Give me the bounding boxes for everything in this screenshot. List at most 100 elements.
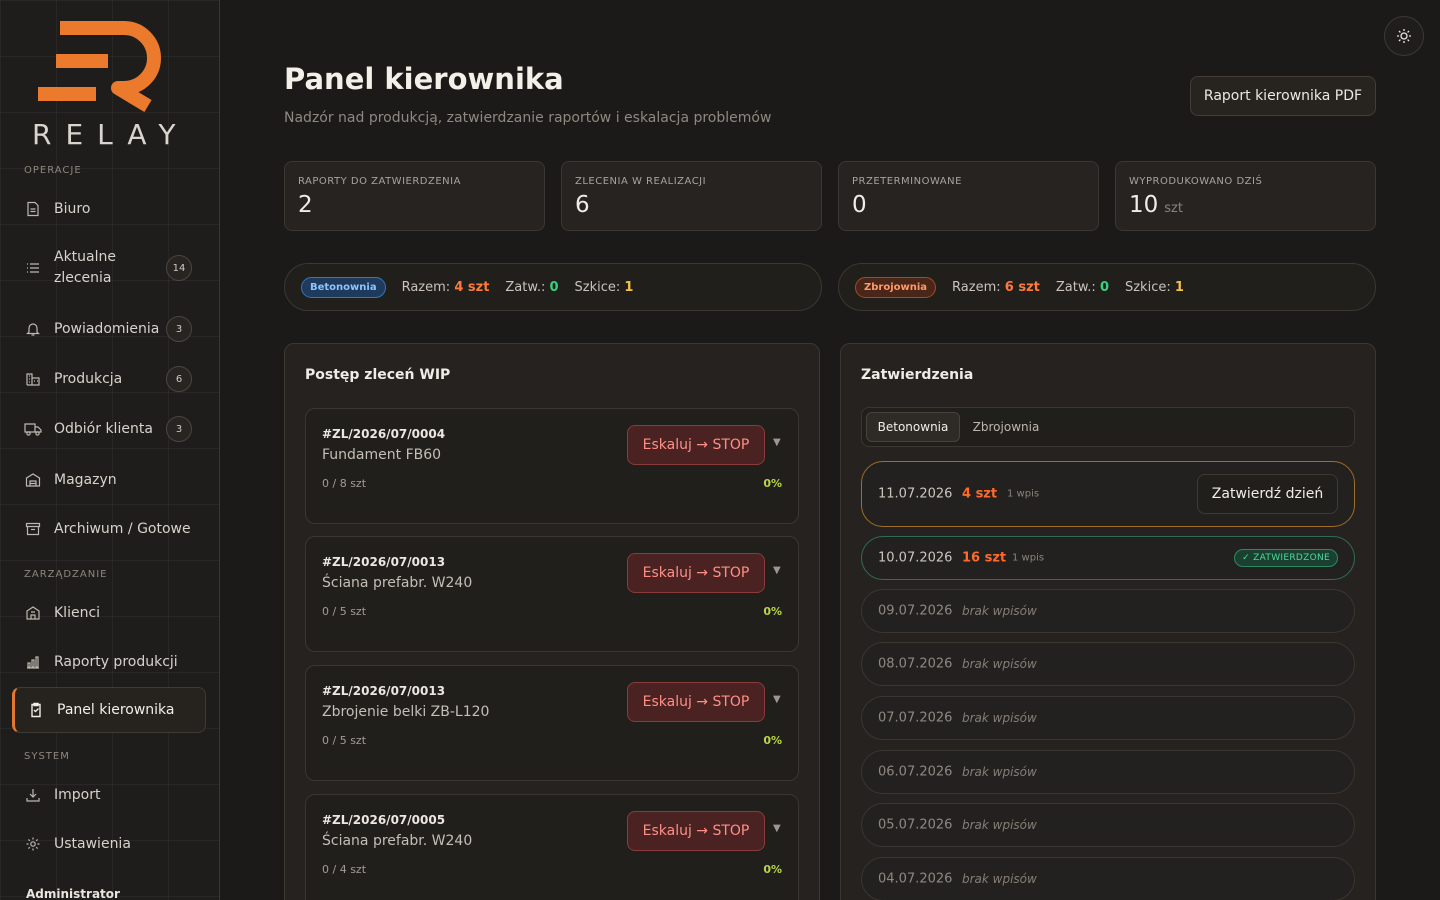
count-badge: 3 <box>166 416 192 442</box>
order-name: Ściana prefabr. W240 <box>322 575 473 591</box>
tab-zbrojownia[interactable]: Zbrojownia <box>966 412 1046 442</box>
relay-logo[interactable]: RELAY <box>30 14 190 154</box>
department-tag: Betonownia <box>301 276 386 298</box>
stat-value: 10 <box>1129 192 1159 218</box>
order-id[interactable]: #ZL/2026/07/0005 <box>322 813 445 827</box>
order-progress: 0% <box>763 605 782 618</box>
order-name: Zbrojenie belki ZB-L120 <box>322 704 490 720</box>
summary-total: Razem: 6 szt <box>952 279 1040 295</box>
day-entries: 1 wpis <box>1012 552 1045 564</box>
tab-betonownia[interactable]: Betonownia <box>866 412 960 442</box>
count-badge: 3 <box>166 316 192 342</box>
approved-status-badge: ✓ ZATWIERDZONE <box>1234 549 1338 567</box>
order-progress: 0% <box>763 863 782 876</box>
order-id[interactable]: #ZL/2026/07/0004 <box>322 427 445 441</box>
day-date: 07.07.2026 <box>878 710 953 726</box>
sidebar-item-raporty-produkcji[interactable]: Raporty produkcji <box>12 650 206 674</box>
order-id[interactable]: #ZL/2026/07/0013 <box>322 684 445 698</box>
sidebar-item-ustawienia[interactable]: Ustawienia <box>12 832 206 856</box>
sidebar-item-biuro[interactable]: Biuro <box>12 197 206 221</box>
count-badge: 14 <box>166 255 192 281</box>
sidebar-item-label: Odbiór klienta <box>54 420 153 437</box>
count-badge: 6 <box>166 366 192 392</box>
stat-card-produced-today: WYPRODUKOWANO DZIŚ 10 szt <box>1115 161 1376 231</box>
brand-name: RELAY <box>32 118 190 151</box>
stat-card-overdue: PRZETERMINOWANE 0 <box>838 161 1099 231</box>
sidebar-item-label: Magazyn <box>54 471 117 488</box>
summary-drafts: Szkice: 1 <box>574 279 634 295</box>
approvals-panel: Zatwierdzenia Betonownia Zbrojownia 11.0… <box>840 343 1376 900</box>
wip-order-card: #ZL/2026/07/0005 Ściana prefabr. W240 0 … <box>305 794 799 900</box>
day-date: 06.07.2026 <box>878 764 953 780</box>
download-icon <box>24 786 42 804</box>
sidebar-item-magazyn[interactable]: Magazyn <box>12 468 206 492</box>
order-id[interactable]: #ZL/2026/07/0013 <box>322 555 445 569</box>
department-tabs: Betonownia Zbrojownia <box>861 407 1355 447</box>
escalate-stop-button[interactable]: Eskaluj → STOP <box>627 425 765 465</box>
gear-icon <box>24 835 42 853</box>
day-date: 11.07.2026 <box>878 486 953 502</box>
escalate-stop-button[interactable]: Eskaluj → STOP <box>627 682 765 722</box>
sidebar-item-label: Raporty produkcji <box>54 653 178 670</box>
approval-day-row: 04.07.2026 brak wpisów <box>861 857 1355 900</box>
escalate-stop-button[interactable]: Eskaluj → STOP <box>627 553 765 593</box>
panel-title: Zatwierdzenia <box>861 367 974 383</box>
approve-day-button[interactable]: Zatwierdź dzień <box>1197 474 1338 514</box>
stat-card-reports-to-approve: RAPORTY DO ZATWIERDZENIA 2 <box>284 161 545 231</box>
document-icon <box>24 200 42 218</box>
order-name: Fundament FB60 <box>322 447 442 463</box>
section-system: SYSTEM <box>24 751 70 762</box>
stat-label: WYPRODUKOWANO DZIŚ <box>1129 176 1263 187</box>
summary-approved: Zatw.: 0 <box>505 279 559 295</box>
sidebar-item-label: Klienci <box>54 604 101 621</box>
day-quantity: 16 szt <box>962 550 1007 566</box>
section-management: ZARZĄDZANIE <box>24 569 108 580</box>
summary-bar-betonownia: Betonownia Razem: 4 szt Zatw.: 0 Szkice:… <box>284 263 822 311</box>
chevron-down-icon[interactable]: ▼ <box>773 694 781 705</box>
sidebar-item-archiwum[interactable]: Archiwum / Gotowe <box>12 517 206 541</box>
escalate-stop-button[interactable]: Eskaluj → STOP <box>627 811 765 851</box>
approval-day-row: 10.07.2026 16 szt 1 wpis ✓ ZATWIERDZONE <box>861 536 1355 580</box>
warehouse-icon <box>24 471 42 489</box>
sidebar-item-panel-kierownika[interactable]: Panel kierownika <box>12 687 206 733</box>
no-entries-label: brak wpisów <box>962 818 1037 832</box>
day-date: 05.07.2026 <box>878 817 953 833</box>
sidebar: RELAY OPERACJE Biuro Aktualne zlecenia 1… <box>0 0 220 900</box>
summary-total: Razem: 4 szt <box>401 279 490 295</box>
sidebar-item-produkcja[interactable]: Produkcja 6 <box>12 366 206 392</box>
building-icon <box>24 604 42 622</box>
current-user[interactable]: Administrator <box>26 887 120 900</box>
list-icon <box>24 259 42 277</box>
stat-label: ZLECENIA W REALIZACJI <box>575 176 707 187</box>
order-quantity: 0 / 5 szt <box>322 605 367 618</box>
stat-card-orders-in-progress: ZLECENIA W REALIZACJI 6 <box>561 161 822 231</box>
truck-icon <box>24 420 42 438</box>
sidebar-item-label: Powiadomienia <box>54 320 160 337</box>
archive-icon <box>24 520 42 538</box>
sidebar-item-klienci[interactable]: Klienci <box>12 601 206 625</box>
clipboard-icon <box>27 701 45 719</box>
chevron-down-icon[interactable]: ▼ <box>773 565 781 576</box>
sidebar-item-import[interactable]: Import <box>12 783 206 807</box>
sidebar-item-odbior-klienta[interactable]: Odbiór klienta 3 <box>12 416 206 442</box>
sun-icon <box>1397 29 1411 43</box>
order-name: Ściana prefabr. W240 <box>322 833 473 849</box>
order-progress: 0% <box>763 477 782 490</box>
panel-title: Postęp zleceń WIP <box>305 367 451 383</box>
sidebar-item-aktualne-zlecenia[interactable]: Aktualne zlecenia 14 <box>12 246 206 290</box>
no-entries-label: brak wpisów <box>962 765 1037 779</box>
factory-icon <box>24 370 42 388</box>
stat-value-wrap: 10 szt <box>1129 192 1183 218</box>
chevron-down-icon[interactable]: ▼ <box>773 823 781 834</box>
sidebar-item-label: Biuro <box>54 200 91 217</box>
order-quantity: 0 / 5 szt <box>322 734 367 747</box>
manager-report-pdf-button[interactable]: Raport kierownika PDF <box>1190 76 1376 116</box>
stat-label: PRZETERMINOWANE <box>852 176 962 187</box>
sidebar-item-powiadomienia[interactable]: Powiadomienia 3 <box>12 316 206 342</box>
order-quantity: 0 / 8 szt <box>322 477 367 490</box>
chevron-down-icon[interactable]: ▼ <box>773 437 781 448</box>
page-title: Panel kierownika <box>284 62 564 96</box>
theme-toggle-button[interactable] <box>1384 16 1424 56</box>
section-operations: OPERACJE <box>24 165 82 176</box>
approval-day-row: 06.07.2026 brak wpisów <box>861 750 1355 794</box>
